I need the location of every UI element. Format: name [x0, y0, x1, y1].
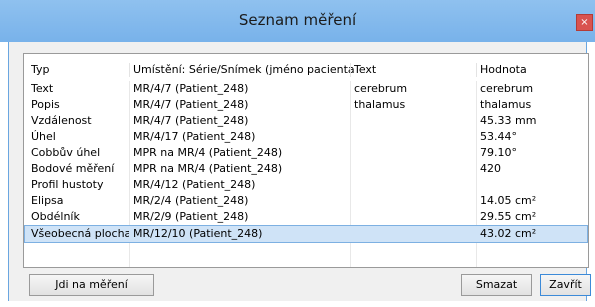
- cell-type: Obdélník: [31, 210, 80, 223]
- cell-type: Profil hustoty: [31, 178, 104, 191]
- cell-type: Popis: [31, 98, 60, 111]
- cell-location: MR/4/7 (Patient_248): [133, 114, 249, 127]
- cell-value: 43.02 cm²: [480, 227, 537, 240]
- table-row[interactable]: Elipsa MR/2/4 (Patient_248) 14.05 cm²: [24, 193, 588, 209]
- cell-text: [354, 177, 479, 193]
- cell-location: MR/4/7 (Patient_248): [133, 82, 249, 95]
- cell-value: cerebrum: [480, 82, 534, 95]
- header-divider[interactable]: [129, 63, 130, 77]
- header-divider[interactable]: [476, 63, 477, 77]
- cell-type: Cobbův úhel: [31, 146, 101, 159]
- table-header: Typ Umístění: Série/Snímek (jméno pacien…: [24, 62, 588, 78]
- cell-value: 14.05 cm²: [480, 194, 537, 207]
- cell-location: MR/4/7 (Patient_248): [133, 98, 249, 111]
- cell-value: 53.44°: [480, 130, 517, 143]
- cell-location: MPR na MR/4 (Patient_248): [133, 146, 283, 159]
- table-row[interactable]: Obdélník MR/2/9 (Patient_248) 29.55 cm²: [24, 209, 588, 225]
- cell-location: MR/4/17 (Patient_248): [133, 130, 256, 143]
- measurement-list-dialog: Seznam měření × Typ Umístění: Série/Sním…: [0, 0, 595, 307]
- cell-location: MPR na MR/4 (Patient_248): [133, 162, 283, 175]
- cell-location: MR/4/12 (Patient_248): [133, 178, 256, 191]
- column-header-type[interactable]: Typ: [31, 62, 129, 78]
- table-row[interactable]: Vzdálenost MR/4/7 (Patient_248) 45.33 mm: [24, 113, 588, 129]
- cell-text: thalamus: [354, 98, 406, 111]
- cell-location: MR/2/9 (Patient_248): [133, 210, 249, 223]
- cell-value: [480, 177, 586, 193]
- table-row[interactable]: Popis MR/4/7 (Patient_248) thalamus thal…: [24, 97, 588, 113]
- measurement-table[interactable]: Typ Umístění: Série/Snímek (jméno pacien…: [23, 53, 589, 268]
- cell-text: [354, 113, 479, 129]
- table-row[interactable]: Cobbův úhel MPR na MR/4 (Patient_248) 79…: [24, 145, 588, 161]
- cell-value: 45.33 mm: [480, 114, 537, 127]
- cell-value: thalamus: [480, 98, 532, 111]
- table-row-selected[interactable]: Všeobecná plocha MR/12/10 (Patient_248) …: [24, 225, 588, 243]
- cell-type: Bodové měření: [31, 162, 115, 175]
- table-row[interactable]: Text MR/4/7 (Patient_248) cerebrum cereb…: [24, 81, 588, 97]
- delete-button[interactable]: Smazat: [461, 274, 532, 296]
- cell-text: [354, 193, 479, 209]
- close-icon[interactable]: ×: [576, 14, 593, 31]
- cell-type: Vzdálenost: [31, 114, 92, 127]
- cell-text: [354, 129, 479, 145]
- cell-text: [354, 209, 479, 225]
- cell-location: MR/2/4 (Patient_248): [133, 194, 249, 207]
- table-row[interactable]: Bodové měření MPR na MR/4 (Patient_248) …: [24, 161, 588, 177]
- cell-value: 79.10°: [480, 146, 517, 159]
- cell-value: 420: [480, 162, 501, 175]
- cell-type: Elipsa: [31, 194, 64, 207]
- column-header-text[interactable]: Text: [354, 62, 479, 78]
- table-row[interactable]: Profil hustoty MR/4/12 (Patient_248): [24, 177, 588, 193]
- cell-type: Text: [31, 82, 54, 95]
- title-bar[interactable]: Seznam měření ×: [0, 0, 595, 42]
- cell-location: MR/12/10 (Patient_248): [133, 227, 263, 240]
- header-divider[interactable]: [350, 63, 351, 77]
- column-header-value[interactable]: Hodnota: [480, 62, 586, 78]
- window-title: Seznam měření: [238, 11, 357, 29]
- cell-text: [354, 226, 479, 242]
- close-button[interactable]: Zavřít: [540, 274, 591, 296]
- cell-type: Úhel: [31, 130, 56, 143]
- cell-type: Všeobecná plocha: [31, 227, 129, 240]
- cell-text: [354, 145, 479, 161]
- cell-text: [354, 161, 479, 177]
- goto-measurement-button[interactable]: Jdi na měření: [29, 274, 154, 296]
- table-row[interactable]: Úhel MR/4/17 (Patient_248) 53.44°: [24, 129, 588, 145]
- cell-text: cerebrum: [354, 82, 408, 95]
- column-header-location[interactable]: Umístění: Série/Snímek (jméno pacienta): [133, 62, 355, 78]
- cell-value: 29.55 cm²: [480, 210, 537, 223]
